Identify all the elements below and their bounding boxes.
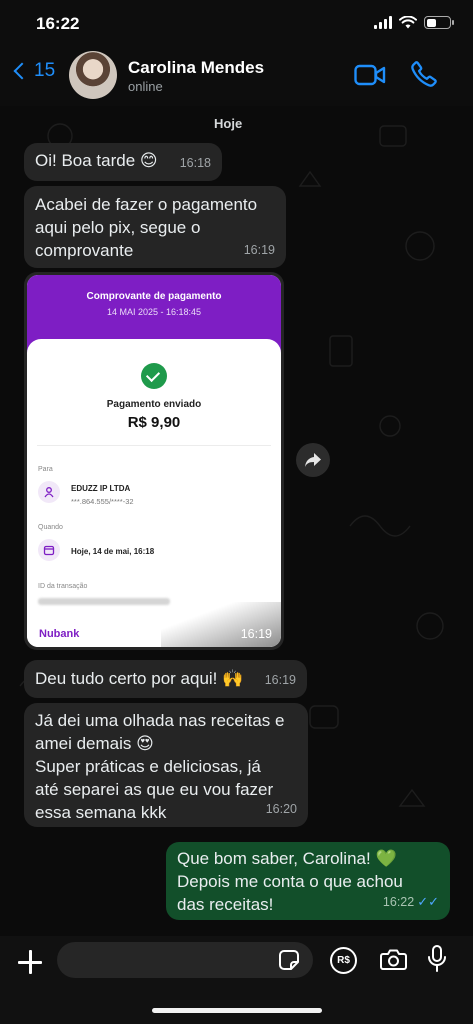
message-time: 16:22 xyxy=(382,895,415,909)
receipt-when-label: Quando xyxy=(38,524,63,531)
receipt-when: Hoje, 14 de mai, 16:18 xyxy=(71,547,155,556)
back-button[interactable]: 15 xyxy=(12,60,55,82)
chat-header: 15 Carolina Mendes online xyxy=(0,46,473,106)
receipt-status: Pagamento enviado xyxy=(106,399,202,410)
image-message[interactable]: Comprovante de pagamento 14 MAI 2025 - 1… xyxy=(24,272,284,650)
camera-icon[interactable] xyxy=(380,948,407,971)
message-input[interactable] xyxy=(57,942,313,978)
unread-count: 15 xyxy=(34,60,56,81)
read-receipt-icon: ✓✓ xyxy=(417,894,439,909)
user-icon xyxy=(38,481,60,503)
receipt-date: 14 MAI 2025 - 16:18:45 xyxy=(106,307,202,317)
battery-icon xyxy=(424,16,454,29)
chevron-left-icon xyxy=(13,62,31,80)
message-time: 16:19 xyxy=(243,243,275,257)
sticker-icon[interactable] xyxy=(278,949,300,971)
message-composer: R$ xyxy=(0,936,473,1024)
receipt-recipient: EDUZZ IP LTDA xyxy=(71,484,131,493)
status-icons xyxy=(374,16,454,29)
payment-receipt-image[interactable]: Comprovante de pagamento 14 MAI 2025 - 1… xyxy=(27,275,281,647)
plus-icon[interactable] xyxy=(18,950,42,974)
home-indicator xyxy=(152,1008,322,1013)
contact-name[interactable]: Carolina Mendes xyxy=(128,58,264,78)
receipt-amount: R$ 9,90 xyxy=(127,414,181,431)
message-time: 16:20 xyxy=(265,802,297,816)
video-call-icon[interactable] xyxy=(354,64,386,86)
status-bar: 16:22 xyxy=(0,0,473,46)
avatar[interactable] xyxy=(69,51,117,99)
wifi-icon xyxy=(399,16,417,29)
blurred-transaction-id xyxy=(38,598,170,605)
message-bubble-incoming[interactable]: Oi! Boa tarde 😊 16:18 xyxy=(24,143,222,181)
receipt-title: Comprovante de pagamento xyxy=(86,291,222,302)
message-time-status: 16:22 ✓✓ xyxy=(383,890,439,914)
day-separator: Hoje xyxy=(214,116,243,131)
check-icon xyxy=(141,363,167,389)
phone-icon[interactable] xyxy=(410,60,438,88)
message-bubble-incoming[interactable]: Já dei uma olhada nas receitas e amei de… xyxy=(24,703,308,827)
message-time: 16:19 xyxy=(264,673,296,687)
forward-button[interactable] xyxy=(296,443,330,477)
payment-button[interactable]: R$ xyxy=(330,947,357,974)
microphone-icon[interactable] xyxy=(427,945,447,973)
calendar-icon xyxy=(38,539,60,561)
signal-icon xyxy=(374,16,392,29)
message-time: 16:18 xyxy=(179,156,211,170)
message-bubble-incoming[interactable]: Acabei de fazer o pagamento aqui pelo pi… xyxy=(24,186,286,268)
forward-icon xyxy=(305,453,321,467)
receipt-recipient-doc: ***.864.555/****-32 xyxy=(71,497,134,506)
receipt-card: Pagamento enviado R$ 9,90 Para EDUZZ IP … xyxy=(27,339,281,647)
message-time: 16:19 xyxy=(240,627,272,641)
message-bubble-incoming[interactable]: Deu tudo certo por aqui! 🙌 16:19 xyxy=(24,660,307,698)
contact-status: online xyxy=(128,79,163,94)
nubank-logo: Nubank xyxy=(39,628,80,640)
divider xyxy=(37,445,271,446)
message-bubble-outgoing[interactable]: Que bom saber, Carolina! 💚 Depois me con… xyxy=(166,842,450,920)
receipt-id-label: ID da transação xyxy=(38,583,88,590)
status-time: 16:22 xyxy=(36,14,80,33)
receipt-to-label: Para xyxy=(38,466,53,473)
